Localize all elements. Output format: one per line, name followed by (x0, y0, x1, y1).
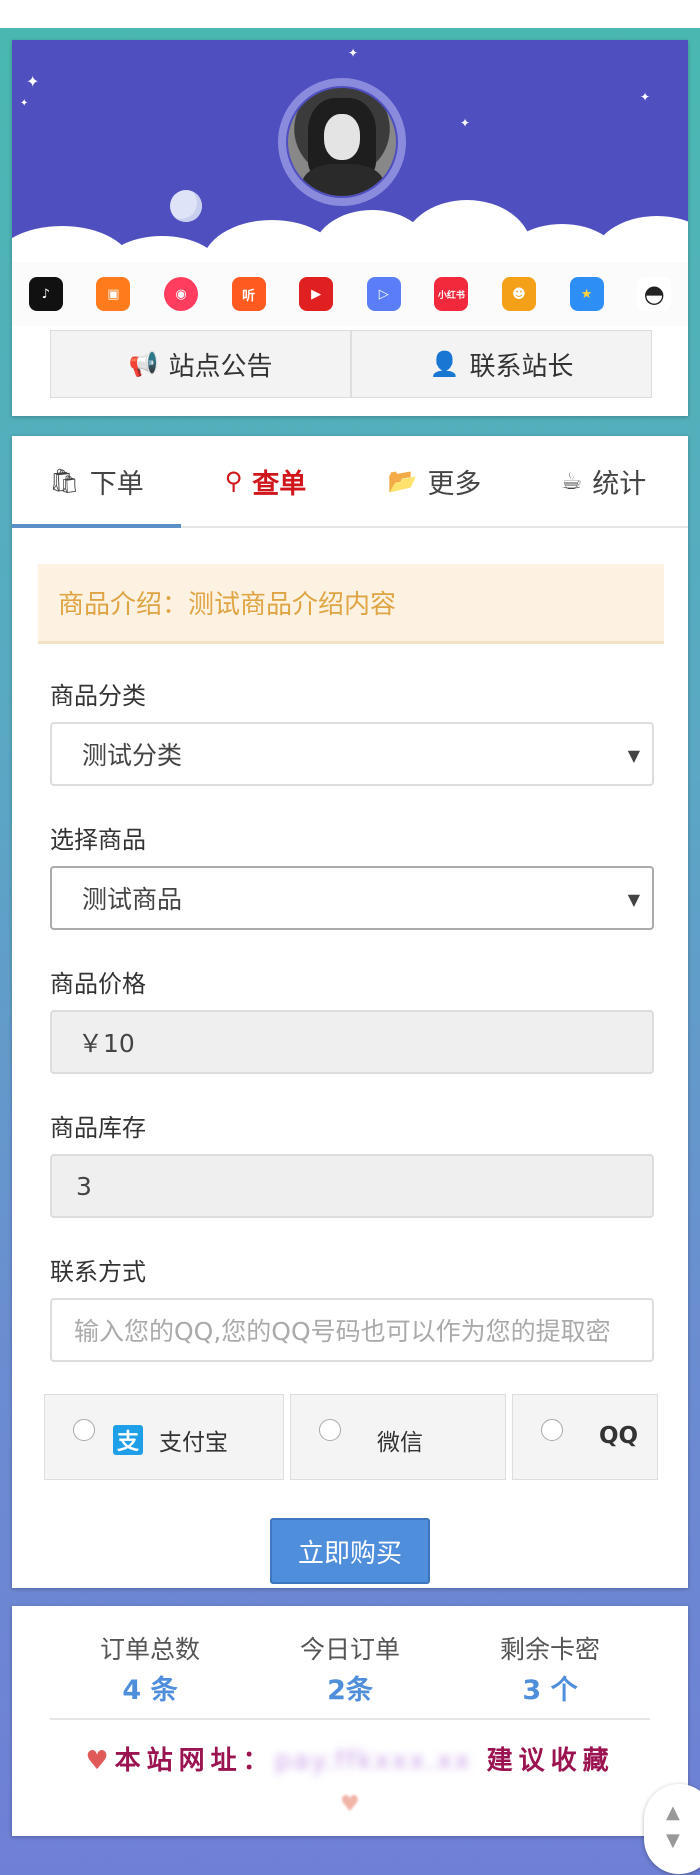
pay-option-qq[interactable]: QQ (512, 1394, 658, 1480)
ting-icon[interactable]: 听 (231, 277, 266, 311)
folder-icon: 📂 (387, 467, 418, 495)
douyin-icon[interactable]: ♪ (28, 277, 63, 311)
tab-stats-label: 统计 (592, 468, 647, 500)
contact-owner-button[interactable]: 👤 联系站长 (350, 331, 651, 397)
tab-query[interactable]: ⚲ 查单 (181, 436, 350, 526)
stat-total-value: 4 条 (122, 1675, 178, 1706)
tab-order[interactable]: 🛍 下单 (12, 436, 181, 528)
tab-order-label: 下单 (89, 468, 144, 500)
stock-value: 3 (76, 1171, 92, 1201)
qq-penguin-icon[interactable]: ◓ (637, 277, 672, 311)
stat-today-label: 今日订单 (299, 1635, 400, 1664)
tab-query-label: 查单 (252, 468, 307, 500)
stats-card: 订单总数 4 条 今日订单 2条 剩余卡密 3 个 ♥本站网址：pay.ffkx… (12, 1606, 688, 1836)
contact-input[interactable]: 输入您的QQ,您的QQ号码也可以作为您的提取密 (50, 1298, 654, 1362)
stat-today-value: 2条 (327, 1675, 373, 1706)
megaphone-icon: 📢 (128, 350, 159, 378)
star-icon: ✦ (26, 72, 40, 91)
header-button-row: 📢 站点公告 👤 联系站长 (50, 330, 652, 398)
stock-label: 商品库存 (50, 1114, 146, 1142)
tab-bar: 🛍 下单 ⚲ 查单 📂 更多 ☕ 统计 (12, 436, 688, 528)
pay-option-wechat[interactable]: 微信 (290, 1394, 506, 1480)
stat-today-orders: 今日订单 2条 (250, 1630, 450, 1718)
product-label: 选择商品 (50, 826, 146, 854)
tab-more-label: 更多 (427, 468, 482, 500)
category-value: 测试分类 (82, 741, 183, 770)
video-play-icon[interactable]: ▶ (299, 277, 334, 311)
coffee-icon: ☕ (560, 467, 583, 495)
wechat-label: 微信 (377, 1430, 423, 1456)
stat-total-orders: 订单总数 4 条 (50, 1630, 250, 1718)
search-icon: ⚲ (224, 467, 243, 495)
price-label: 商品价格 (50, 970, 146, 998)
alipay-radio[interactable] (73, 1419, 95, 1441)
stat-total-label: 订单总数 (99, 1635, 200, 1664)
scroll-down-icon[interactable]: ▼ (666, 1830, 680, 1851)
tab-more[interactable]: 📂 更多 (350, 436, 519, 526)
category-select[interactable]: 测试分类 ▼ (50, 722, 654, 786)
stats-row: 订单总数 4 条 今日订单 2条 剩余卡密 3 个 (50, 1630, 650, 1720)
dropdown-caret-icon: ▼ (627, 890, 640, 909)
category-label: 商品分类 (50, 682, 146, 710)
qq-radio[interactable] (541, 1419, 563, 1441)
star-icon: ✦ (20, 98, 29, 109)
pay-option-alipay[interactable]: 支 支付宝 (44, 1394, 284, 1480)
product-notice: 商品介绍：测试商品介绍内容 (38, 564, 664, 644)
contact-label: 联系方式 (50, 1258, 146, 1286)
price-field: ￥10 (50, 1010, 654, 1074)
dropdown-caret-icon: ▼ (627, 746, 640, 765)
alipay-label: 支付宝 (159, 1430, 228, 1456)
buy-now-button[interactable]: 立即购买 (270, 1518, 430, 1584)
site-url-prefix: 本站网址： (114, 1746, 275, 1776)
app-icon-row: ♪ ▣ ◉ 听 ▶ ▷ 小红书 ☻ ★ ◓ (12, 262, 688, 326)
site-url[interactable]: pay.ffkxxx.xx (275, 1746, 472, 1776)
wechat-radio[interactable] (319, 1419, 341, 1441)
kuaishou-icon[interactable]: ▣ (96, 277, 131, 311)
stat-cards-value: 3 个 (522, 1675, 578, 1706)
qq-icon: 👤 (429, 350, 460, 378)
star-icon: ✦ (348, 46, 359, 60)
banner-sky: ✦ ✦ ✦ ✦ ✦ (12, 40, 688, 300)
price-value: ￥10 (78, 1029, 135, 1058)
star-icon: ✦ (640, 90, 651, 104)
notice-button[interactable]: 📢 站点公告 (51, 331, 350, 397)
tab-stats[interactable]: ☕ 统计 (519, 436, 688, 526)
product-select[interactable]: 测试商品 ▼ (50, 866, 654, 930)
notice-button-label: 站点公告 (168, 351, 273, 382)
heart-icon: ♥ (85, 1746, 115, 1776)
moon-icon (170, 190, 202, 222)
stat-cards-label: 剩余卡密 (499, 1635, 600, 1664)
product-value: 测试商品 (82, 885, 183, 914)
stat-remaining-cards: 剩余卡密 3 个 (450, 1630, 650, 1718)
star-icon: ✦ (460, 116, 471, 130)
scroll-control[interactable]: ▲ ▼ (644, 1784, 700, 1874)
avatar (288, 88, 396, 196)
top-strip (0, 0, 700, 28)
scroll-up-icon[interactable]: ▲ (666, 1802, 680, 1823)
contact-button-label: 联系站长 (469, 351, 574, 382)
qq-label: QQ (599, 1423, 639, 1449)
stock-field: 3 (50, 1154, 654, 1218)
contact-placeholder: 输入您的QQ,您的QQ号码也可以作为您的提取密 (74, 1317, 611, 1346)
tencent-video-icon[interactable]: ▷ (366, 277, 401, 311)
heart-icon: ♥ (340, 1792, 360, 1817)
quanmin-icon[interactable]: ◉ (163, 277, 198, 311)
order-card: 🛍 下单 ⚲ 查单 📂 更多 ☕ 统计 商品介绍：测试商品介绍内容 商品分类 测… (12, 436, 688, 1588)
xiaohongshu-icon[interactable]: 小红书 (434, 277, 469, 311)
emoji-app-icon[interactable]: ☻ (501, 277, 536, 311)
header-card: ✦ ✦ ✦ ✦ ✦ ♪ ▣ ◉ 听 ▶ ▷ 小红书 ☻ ★ ◓ 📢 站点公告 👤… (12, 40, 688, 416)
site-url-suffix: 建议收藏 (486, 1746, 615, 1776)
shopping-bag-icon: 🛍 (49, 467, 80, 495)
site-url-line: ♥本站网址：pay.ffkxxx.xx 建议收藏 (12, 1740, 688, 1777)
qzone-icon[interactable]: ★ (569, 277, 604, 311)
alipay-icon: 支 (113, 1425, 143, 1455)
